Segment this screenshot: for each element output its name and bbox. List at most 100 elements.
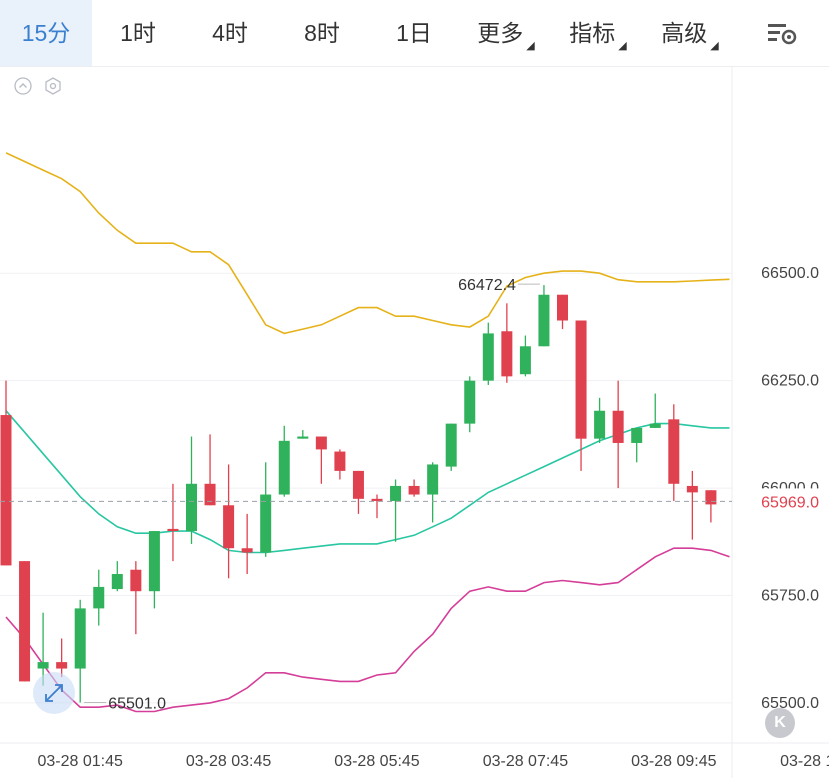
tab-1d[interactable]: 1日	[368, 0, 460, 66]
candle-body	[278, 440, 290, 495]
candle	[557, 294, 568, 330]
candle	[482, 322, 494, 385]
candle	[204, 434, 216, 506]
chart-grid	[0, 67, 829, 778]
candle	[297, 430, 309, 439]
candle	[445, 423, 457, 471]
y-tick-label: 66500.0	[761, 265, 819, 282]
tab-4h[interactable]: 4时	[184, 0, 276, 66]
chart-settings-button[interactable]	[765, 19, 799, 47]
timeframe-toolbar: 15分 1时 4时 8时 1日 更多 ◢ 指标 ◢ 高级 ◢	[0, 0, 829, 67]
candle-body	[0, 415, 12, 566]
candle	[705, 490, 717, 523]
candle-body	[668, 419, 680, 484]
candle-body	[631, 427, 643, 443]
x-tick-label: 03-28 07:45	[483, 753, 569, 770]
candle	[371, 494, 383, 519]
candle-body	[204, 483, 216, 506]
candle	[427, 462, 439, 523]
candle	[260, 462, 272, 557]
candle-body	[464, 380, 476, 424]
y-tick-label: 65500.0	[761, 695, 819, 712]
candle	[278, 425, 290, 497]
candle-body	[167, 528, 179, 532]
candle	[631, 427, 643, 463]
candle-body	[297, 436, 309, 439]
candle	[148, 531, 160, 609]
candle-body	[408, 485, 420, 495]
x-tick-label: 03-28 05:45	[334, 753, 420, 770]
candle	[74, 599, 86, 703]
collapse-up-icon[interactable]	[14, 77, 32, 95]
hexagon-settings-icon[interactable]	[44, 77, 62, 95]
candle-body	[519, 346, 531, 375]
tab-1h[interactable]: 1时	[92, 0, 184, 66]
candle-body	[557, 294, 568, 321]
candle	[668, 404, 680, 501]
candle	[390, 479, 402, 542]
candle-body	[482, 333, 494, 381]
candle-body	[74, 608, 86, 669]
candle-body	[223, 505, 235, 549]
candle	[538, 285, 550, 347]
candle	[315, 436, 327, 484]
candle-body	[130, 569, 142, 592]
candle-body	[705, 490, 717, 505]
candle-body	[649, 423, 661, 428]
chart-settings-icon	[768, 24, 797, 45]
y-tick-label: 65750.0	[761, 588, 819, 605]
candle-body	[445, 423, 457, 467]
dropdown-triangle-icon: ◢	[710, 40, 719, 52]
candle	[501, 303, 513, 383]
candle-body	[538, 294, 550, 347]
candle-body	[19, 561, 31, 682]
candle-body	[501, 331, 513, 377]
current-price-label: 65969.0	[761, 494, 819, 511]
tab-8h[interactable]: 8时	[276, 0, 368, 66]
candle	[0, 380, 12, 566]
tab-advanced-dropdown[interactable]: 高级 ◢	[644, 0, 736, 66]
candle	[111, 561, 123, 592]
candle	[594, 397, 606, 443]
candle-body	[390, 485, 402, 501]
x-tick-label: 03-28 01:45	[37, 753, 123, 770]
scroll-to-latest-icon: K	[774, 714, 786, 731]
candle	[519, 335, 531, 377]
expand-arrows-icon	[45, 684, 63, 702]
y-tick-label: 66250.0	[761, 373, 819, 390]
x-tick-label: 03-28 11:45	[780, 753, 829, 770]
min-price-label: 65501.0	[108, 695, 166, 712]
candle	[186, 436, 197, 544]
band-line-0	[5, 152, 730, 335]
candle	[612, 380, 624, 489]
candle-body	[37, 662, 49, 669]
crosshair-touch-indicator[interactable]	[33, 672, 75, 714]
candle-body	[260, 494, 272, 553]
candle-body	[575, 320, 587, 439]
candle	[352, 470, 364, 514]
band-line-2	[5, 547, 730, 713]
candle	[686, 470, 698, 540]
candle-body	[427, 464, 439, 495]
candle-body	[148, 531, 160, 592]
candle	[93, 569, 105, 626]
candle-body	[334, 451, 346, 471]
candle	[464, 376, 476, 433]
candle-body	[56, 662, 68, 669]
tab-15min[interactable]: 15分	[0, 0, 92, 66]
candle	[130, 561, 142, 635]
candle-body	[352, 470, 364, 499]
tab-more-dropdown[interactable]: 更多 ◢	[460, 0, 552, 66]
x-tick-label: 03-28 03:45	[186, 753, 272, 770]
candle-body	[111, 574, 123, 590]
dropdown-triangle-icon: ◢	[526, 40, 535, 52]
candle-body	[186, 483, 197, 532]
candle-body	[371, 498, 383, 501]
candle-body	[686, 485, 698, 493]
candles	[0, 285, 717, 703]
candle	[334, 449, 346, 480]
scroll-to-latest-button[interactable]: K	[765, 708, 795, 738]
tab-indicators-dropdown[interactable]: 指标 ◢	[552, 0, 644, 66]
candle	[649, 393, 661, 428]
candle-body	[315, 436, 327, 450]
